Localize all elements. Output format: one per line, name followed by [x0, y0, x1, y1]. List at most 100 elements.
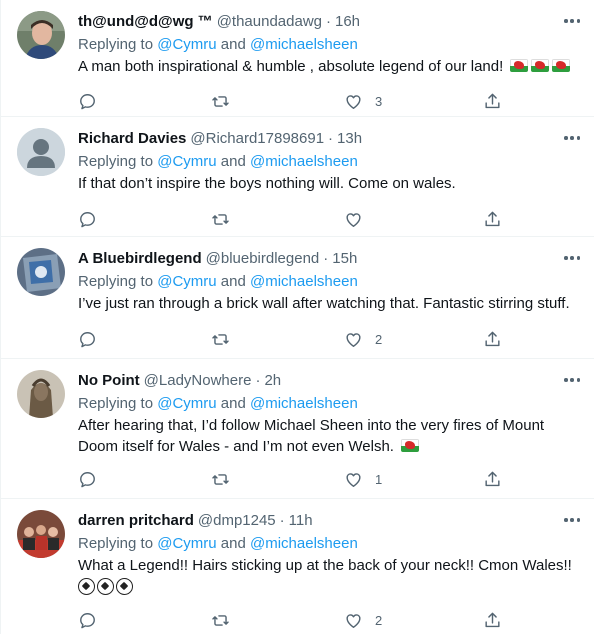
user-handle[interactable]: @dmp1245 [198, 510, 276, 532]
retweet-button[interactable] [211, 202, 230, 236]
mention-link[interactable]: @michaelsheen [250, 36, 358, 53]
more-options-icon[interactable] [562, 511, 582, 529]
timestamp[interactable]: 13h [337, 128, 362, 150]
tweet[interactable]: Richard Davies @Richard17898691 · 13h Re… [1, 117, 594, 237]
display-name[interactable]: A Bluebirdlegend [78, 248, 202, 270]
share-icon [485, 612, 500, 627]
more-options-icon[interactable] [562, 129, 582, 147]
mention-link[interactable]: @Cymru [157, 273, 216, 290]
soccer-ball-icon [97, 578, 114, 595]
user-handle[interactable]: @bluebirdlegend [206, 248, 320, 270]
replying-prefix: Replying to [78, 535, 158, 552]
display-name[interactable]: Richard Davies [78, 128, 186, 150]
user-handle[interactable]: @thaundadawg [217, 11, 322, 33]
mention-link[interactable]: @Cymru [157, 535, 216, 552]
retweet-button[interactable] [211, 84, 230, 118]
mention-link[interactable]: @michaelsheen [250, 273, 358, 290]
timestamp[interactable]: 11h [289, 510, 313, 532]
retweet-button[interactable] [211, 322, 230, 356]
like-count: 3 [375, 93, 383, 109]
retweet-button[interactable] [211, 462, 230, 496]
mention-link[interactable]: @Cymru [157, 153, 216, 170]
timestamp[interactable]: 16h [335, 11, 360, 33]
replying-prefix: Replying to [78, 153, 158, 170]
soccer-ball-icon [116, 578, 133, 595]
replying-to: Replying to @Cymru and @michaelsheen [78, 34, 580, 55]
heart-icon [346, 472, 361, 487]
share-button[interactable] [483, 84, 502, 118]
share-icon [485, 471, 500, 486]
like-count: 2 [375, 612, 383, 628]
heart-icon [346, 613, 361, 628]
share-button[interactable] [483, 322, 502, 356]
tweet[interactable]: No Point @LadyNowhere · 2h Replying to @… [1, 359, 594, 499]
mention-link[interactable]: @michaelsheen [250, 153, 358, 170]
replying-to: Replying to @Cymru and @michaelsheen [78, 533, 580, 554]
avatar[interactable] [17, 370, 65, 418]
separator-dot: · [279, 512, 285, 529]
and-word: and [216, 535, 250, 552]
reply-icon [80, 331, 95, 347]
welsh-flag-icon [510, 59, 529, 72]
share-button[interactable] [483, 202, 502, 236]
replying-to: Replying to @Cymru and @michaelsheen [78, 271, 580, 292]
like-button[interactable]: 3 [344, 84, 382, 118]
mention-link[interactable]: @Cymru [157, 395, 216, 412]
heart-icon [346, 332, 361, 347]
reply-button[interactable] [78, 322, 97, 356]
tweet[interactable]: darren pritchard @dmp1245 · 11h Replying… [1, 499, 594, 634]
reply-icon [80, 612, 95, 628]
retweet-icon [212, 614, 229, 626]
mention-link[interactable]: @Cymru [157, 36, 216, 53]
share-button[interactable] [483, 603, 502, 634]
reply-button[interactable] [78, 462, 97, 496]
tweet-actions: 3 [78, 84, 580, 118]
soccer-ball-icon [78, 578, 95, 595]
avatar[interactable] [17, 248, 65, 296]
display-name[interactable]: th@und@d@wg ™ [78, 11, 213, 33]
avatar[interactable] [17, 510, 65, 558]
timestamp[interactable]: 2h [264, 370, 281, 392]
display-name[interactable]: darren pritchard [78, 510, 194, 532]
retweet-icon [212, 213, 229, 225]
reply-icon [80, 471, 95, 487]
like-button[interactable]: 2 [344, 603, 382, 634]
more-options-icon[interactable] [562, 12, 582, 30]
separator-dot: · [255, 372, 261, 389]
more-options-icon[interactable] [562, 371, 582, 389]
like-button[interactable] [344, 202, 375, 236]
timestamp[interactable]: 15h [332, 248, 357, 270]
tweet-actions: 1 [78, 462, 580, 496]
avatar[interactable] [17, 11, 65, 59]
tweet-text: If that don’t inspire the boys nothing w… [78, 175, 456, 192]
and-word: and [216, 153, 250, 170]
tweet-text-body: After hearing that, I’d follow Michael S… [78, 417, 545, 455]
and-word: and [216, 395, 250, 412]
tweet[interactable]: A Bluebirdlegend @bluebirdlegend · 15h R… [1, 237, 594, 359]
reply-button[interactable] [78, 603, 97, 634]
replying-prefix: Replying to [78, 395, 158, 412]
more-options-icon[interactable] [562, 249, 582, 267]
retweet-button[interactable] [211, 603, 230, 634]
mention-link[interactable]: @michaelsheen [250, 535, 358, 552]
like-button[interactable]: 1 [344, 462, 382, 496]
display-name[interactable]: No Point [78, 370, 140, 392]
share-button[interactable] [483, 462, 502, 496]
welsh-flag-icon [401, 439, 420, 452]
user-handle[interactable]: @Richard17898691 [190, 128, 324, 150]
avatar[interactable] [17, 128, 65, 176]
replying-to: Replying to @Cymru and @michaelsheen [78, 151, 580, 172]
tweet-text-body: What a Legend!! Hairs sticking up at the… [78, 557, 572, 574]
tweet-actions [78, 202, 580, 236]
user-handle[interactable]: @LadyNowhere [144, 370, 252, 392]
replying-prefix: Replying to [78, 36, 158, 53]
reply-icon [80, 211, 95, 227]
reply-button[interactable] [78, 84, 97, 118]
tweet[interactable]: th@und@d@wg ™ @thaundadawg · 16h Replyin… [1, 0, 594, 117]
share-icon [485, 331, 500, 346]
mention-link[interactable]: @michaelsheen [250, 395, 358, 412]
reply-button[interactable] [78, 202, 97, 236]
replying-prefix: Replying to [78, 273, 158, 290]
retweet-icon [212, 95, 229, 107]
like-button[interactable]: 2 [344, 322, 382, 356]
